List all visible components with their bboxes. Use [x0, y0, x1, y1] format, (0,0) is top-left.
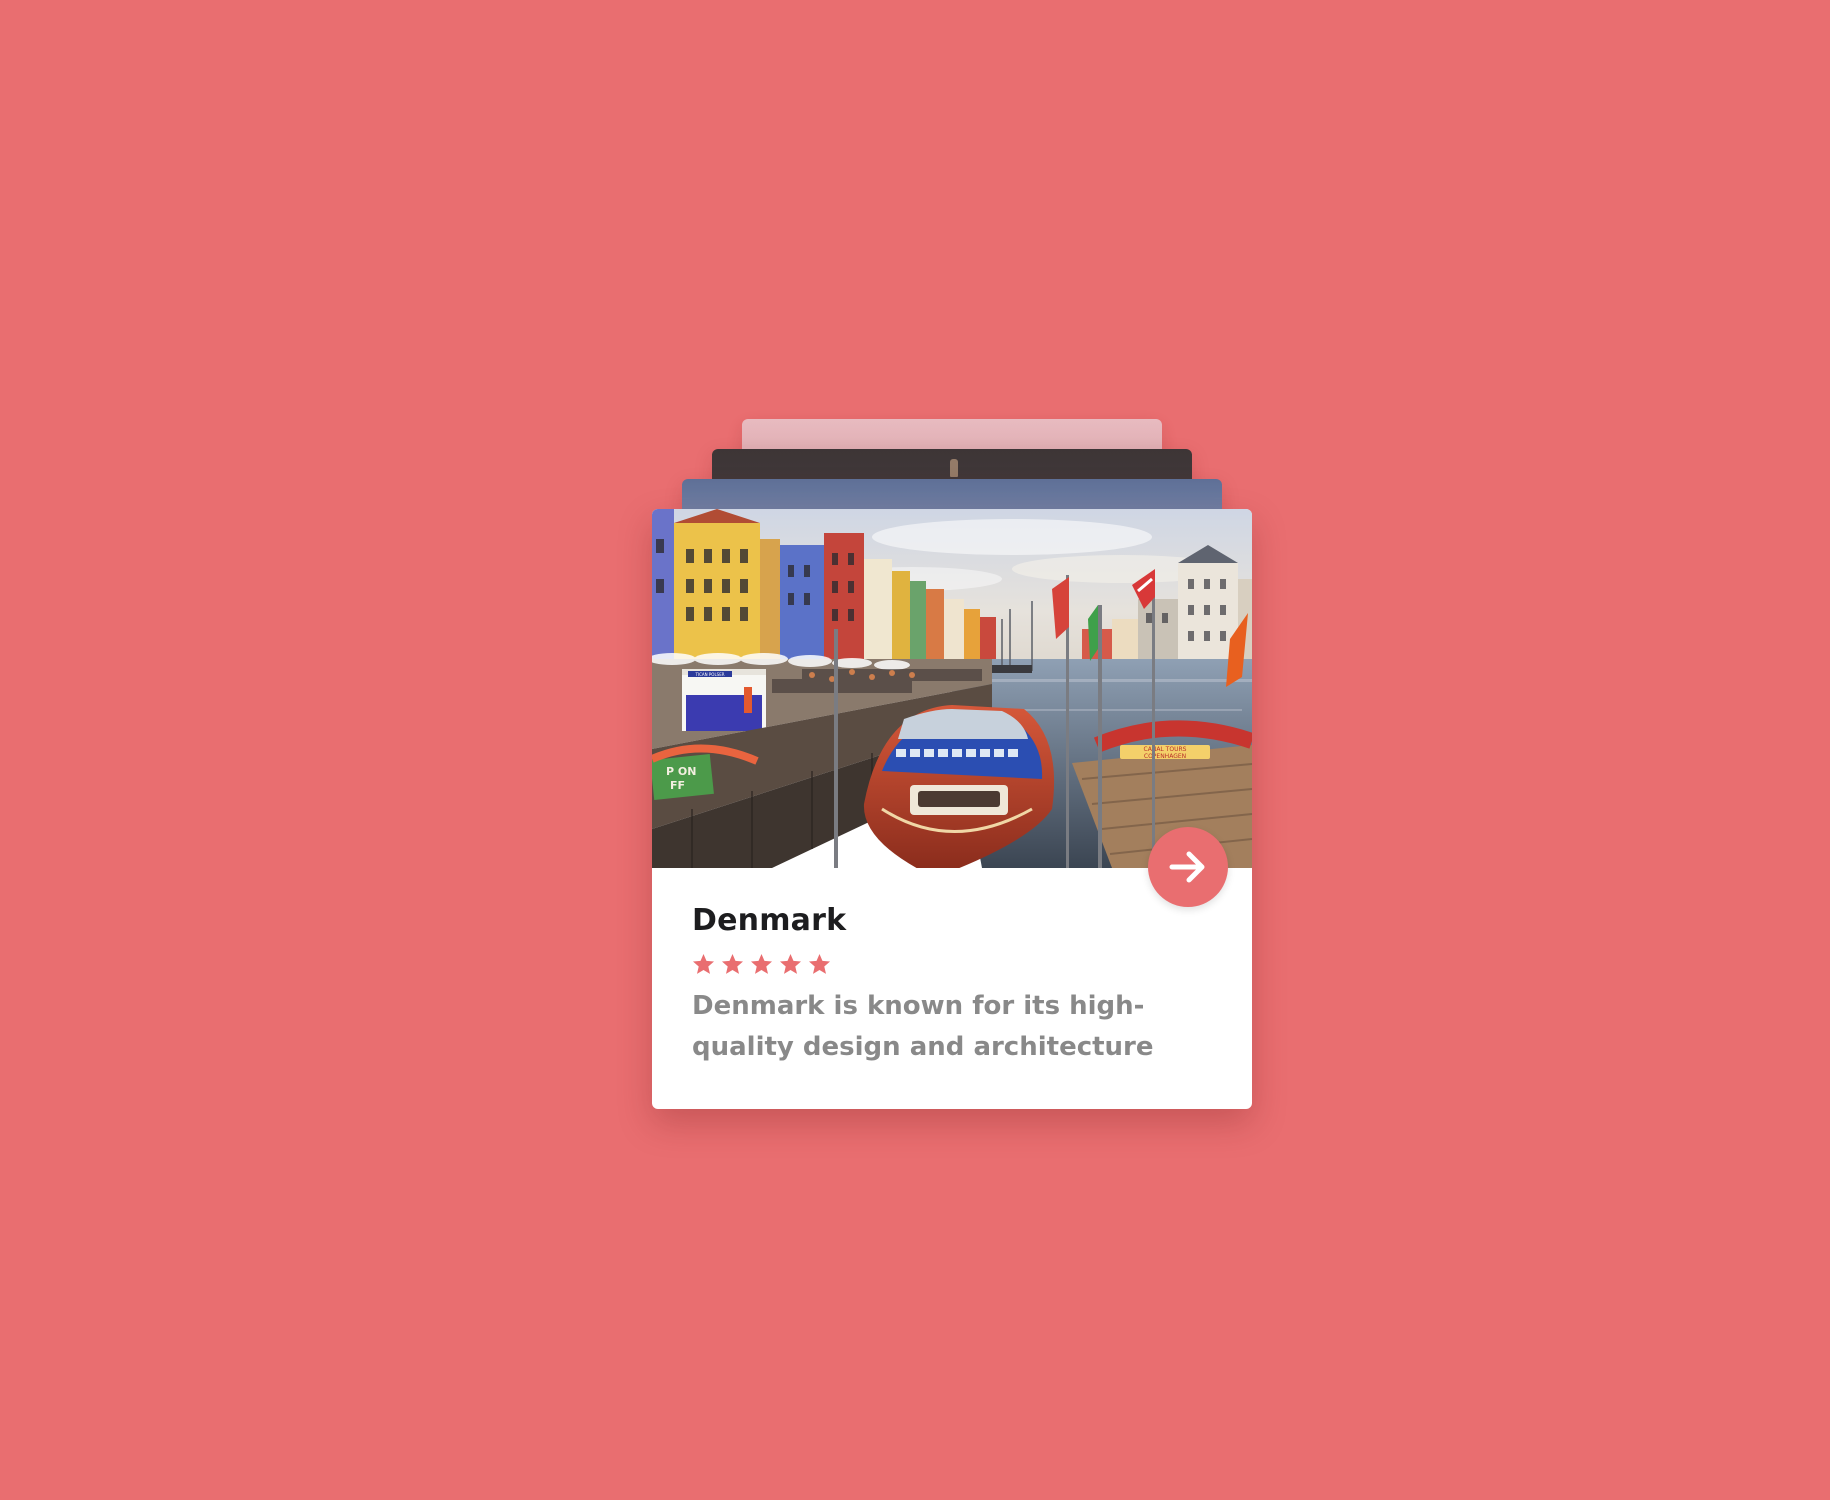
card-description: Denmark is known for its high-quality de… [692, 991, 1154, 1062]
next-arrow-button[interactable] [1148, 827, 1228, 907]
star-icon [779, 953, 802, 974]
destination-photo: TICAN POLSER P ON FF CANAL TOURS COPENHA… [652, 509, 1252, 868]
tower-mark [950, 459, 958, 477]
star-icon [721, 953, 744, 974]
star-icon [692, 953, 715, 974]
green-sign-line2: FF [670, 779, 685, 792]
kiosk-sign: TICAN POLSER [694, 672, 724, 677]
tour-sign-line2: COPENHAGEN [1144, 753, 1186, 760]
star-rating [692, 953, 831, 975]
arrow-right-icon [1169, 851, 1205, 883]
star-icon [808, 953, 831, 974]
star-icon [750, 953, 773, 974]
green-sign-line1: P ON [666, 765, 696, 778]
tour-sign-line1: CANAL TOURS [1144, 746, 1187, 753]
card-title: Denmark [692, 903, 847, 938]
destination-card[interactable]: TICAN POLSER P ON FF CANAL TOURS COPENHA… [652, 509, 1252, 1109]
